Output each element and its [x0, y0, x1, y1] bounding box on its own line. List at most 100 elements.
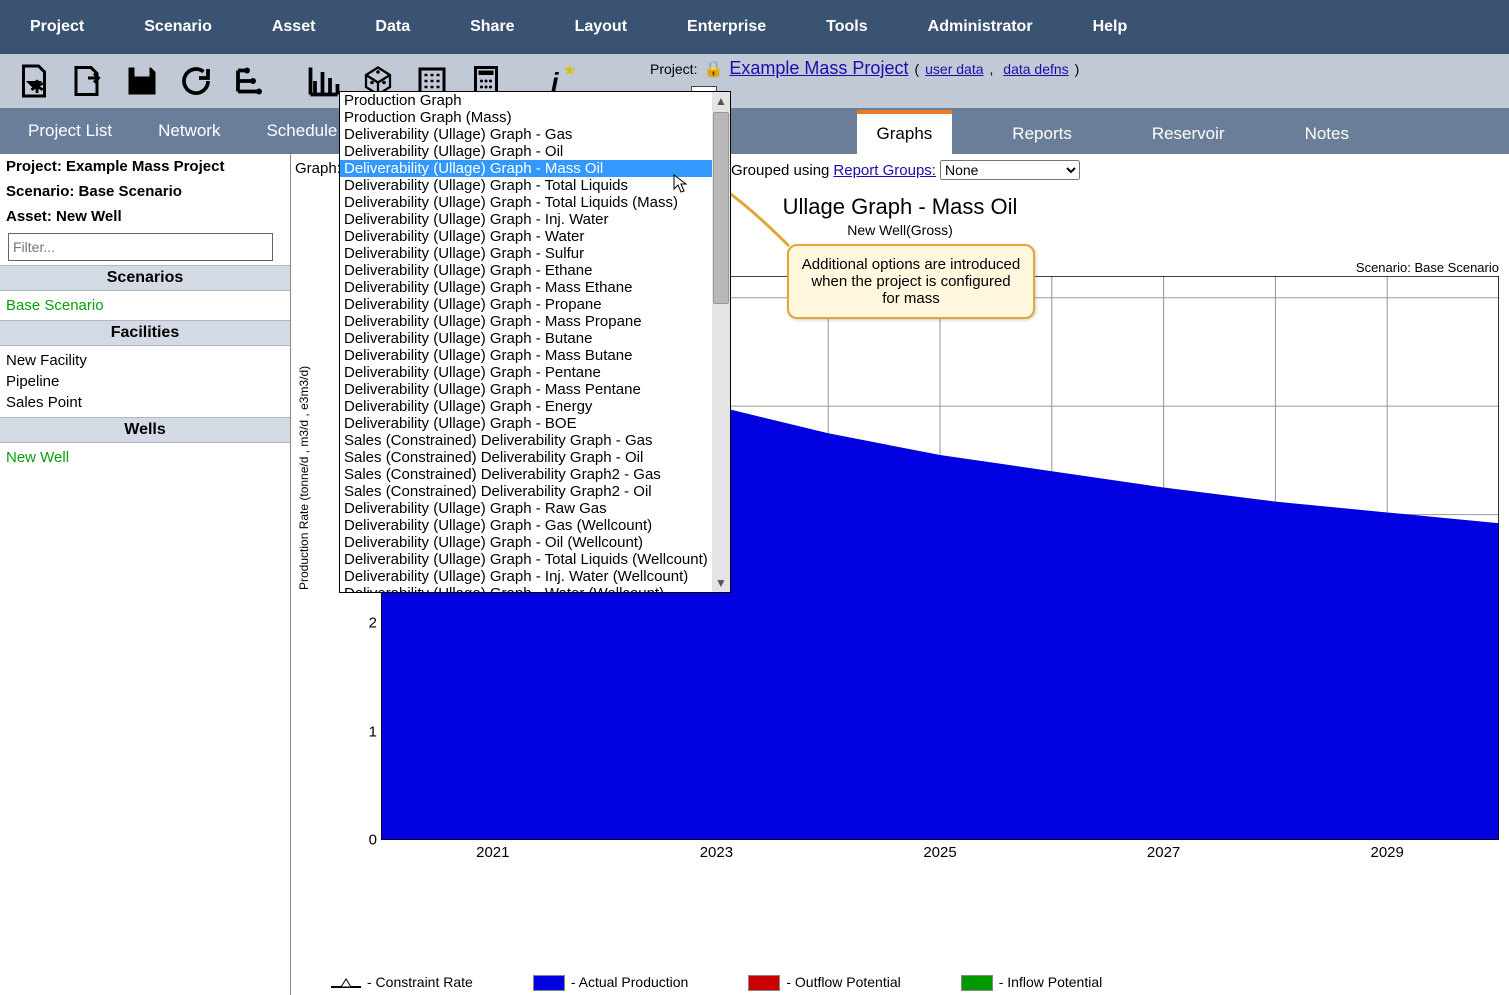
- dd-option[interactable]: Deliverability (Ullage) Graph - Sulfur: [340, 245, 730, 262]
- menu-enterprise[interactable]: Enterprise: [687, 18, 766, 36]
- scroll-thumb[interactable]: [713, 112, 729, 304]
- dd-option[interactable]: Sales (Constrained) Deliverability Graph…: [340, 449, 730, 466]
- report-groups-link[interactable]: Report Groups:: [833, 162, 936, 179]
- save-icon[interactable]: [122, 61, 162, 101]
- context-project: Project: Example Mass Project: [0, 154, 290, 179]
- menu-help[interactable]: Help: [1093, 18, 1128, 36]
- context-asset: Asset: New Well: [0, 204, 290, 229]
- menu-tools[interactable]: Tools: [826, 18, 867, 36]
- nav-network[interactable]: Network: [158, 121, 220, 141]
- scroll-down-icon[interactable]: ▼: [712, 574, 730, 592]
- dd-option[interactable]: Deliverability (Ullage) Graph - Oil: [340, 143, 730, 160]
- graph-label: Graph:: [295, 160, 341, 177]
- menu-administrator[interactable]: Administrator: [928, 18, 1033, 36]
- section-wells-header: Wells: [0, 417, 290, 443]
- chart-legend: - Constraint Rate- Actual Production- Ou…: [331, 974, 1499, 991]
- tab-row: Graphs Reports Reservoir Notes: [857, 108, 1369, 154]
- tab-reports[interactable]: Reports: [992, 114, 1092, 154]
- dd-option[interactable]: Deliverability (Ullage) Graph - Gas: [340, 126, 730, 143]
- item-new-well[interactable]: New Well: [6, 447, 284, 468]
- item-sales-point[interactable]: Sales Point: [6, 392, 284, 413]
- dd-option[interactable]: Deliverability (Ullage) Graph - Inj. Wat…: [340, 211, 730, 228]
- dd-option[interactable]: Deliverability (Ullage) Graph - Mass Oil: [340, 160, 730, 177]
- tab-notes[interactable]: Notes: [1285, 114, 1369, 154]
- nav-project-list[interactable]: Project List: [28, 121, 112, 141]
- dd-option[interactable]: Deliverability (Ullage) Graph - Total Li…: [340, 177, 730, 194]
- item-new-facility[interactable]: New Facility: [6, 350, 284, 371]
- x-tick: 2027: [1147, 844, 1180, 861]
- dd-option[interactable]: Deliverability (Ullage) Graph - Propane: [340, 296, 730, 313]
- tree-icon[interactable]: [230, 61, 270, 101]
- menu-layout[interactable]: Layout: [575, 18, 627, 36]
- dd-option[interactable]: Deliverability (Ullage) Graph - Butane: [340, 330, 730, 347]
- dd-option[interactable]: Deliverability (Ullage) Graph - Oil (Wel…: [340, 534, 730, 551]
- legend-item: - Actual Production: [533, 974, 689, 991]
- legend-item: - Inflow Potential: [961, 974, 1103, 991]
- dd-option[interactable]: Deliverability (Ullage) Graph - Raw Gas: [340, 500, 730, 517]
- svg-text:★: ★: [563, 63, 576, 79]
- dd-option[interactable]: Deliverability (Ullage) Graph - Pentane: [340, 364, 730, 381]
- item-base-scenario[interactable]: Base Scenario: [6, 295, 284, 316]
- dd-option[interactable]: Deliverability (Ullage) Graph - BOE: [340, 415, 730, 432]
- export-icon[interactable]: [68, 61, 108, 101]
- refresh-icon[interactable]: [176, 61, 216, 101]
- grouped-label: Grouped using: [731, 162, 829, 179]
- dd-option[interactable]: Deliverability (Ullage) Graph - Gas (Wel…: [340, 517, 730, 534]
- lock-icon: 🔒: [703, 59, 723, 79]
- menu-scenario[interactable]: Scenario: [144, 18, 212, 36]
- nav-schedule[interactable]: Schedule: [266, 121, 337, 141]
- bar-chart-icon[interactable]: [304, 61, 344, 101]
- tab-reservoir[interactable]: Reservoir: [1132, 114, 1245, 154]
- dd-option[interactable]: Deliverability (Ullage) Graph - Energy: [340, 398, 730, 415]
- dd-option[interactable]: Deliverability (Ullage) Graph - Mass Eth…: [340, 279, 730, 296]
- project-link[interactable]: Example Mass Project: [729, 58, 908, 79]
- graph-dropdown-open[interactable]: Production GraphProduction Graph (Mass)D…: [339, 91, 731, 593]
- dropdown-scrollbar[interactable]: ▲ ▼: [712, 92, 730, 592]
- x-tick: 2025: [923, 844, 956, 861]
- group-select[interactable]: None: [940, 160, 1080, 180]
- data-defns-link[interactable]: data defns: [1003, 61, 1068, 77]
- menu-data[interactable]: Data: [375, 18, 410, 36]
- y-tick: 0: [369, 832, 377, 849]
- menu-share[interactable]: Share: [470, 18, 514, 36]
- dd-option[interactable]: Deliverability (Ullage) Graph - Inj. Wat…: [340, 568, 730, 585]
- chart-scenario-label: Scenario: Base Scenario: [1356, 260, 1499, 275]
- project-info-row: Project: 🔒 Example Mass Project (user da…: [650, 58, 1079, 79]
- legend-item: - Outflow Potential: [748, 974, 900, 991]
- dd-option[interactable]: Production Graph (Mass): [340, 109, 730, 126]
- dd-option[interactable]: Deliverability (Ullage) Graph - Total Li…: [340, 551, 730, 568]
- content-pane: Graph: Grouped using Report Groups: None…: [291, 154, 1509, 995]
- filter-input[interactable]: [8, 233, 273, 261]
- x-tick: 2029: [1371, 844, 1404, 861]
- menu-project[interactable]: Project: [30, 18, 84, 36]
- callout-note: Additional options are introduced when t…: [787, 244, 1035, 319]
- dd-option[interactable]: Sales (Constrained) Deliverability Graph…: [340, 466, 730, 483]
- dd-option[interactable]: Sales (Constrained) Deliverability Graph…: [340, 432, 730, 449]
- menu-asset[interactable]: Asset: [272, 18, 316, 36]
- subnav: Project List Network Schedule Graphs Report…: [0, 108, 1509, 154]
- dd-option[interactable]: Deliverability (Ullage) Graph - Water: [340, 228, 730, 245]
- context-scenario: Scenario: Base Scenario: [0, 179, 290, 204]
- cursor-icon: [673, 174, 689, 197]
- dd-option[interactable]: Production Graph: [340, 92, 730, 109]
- svg-text:✱: ✱: [30, 77, 45, 97]
- y-tick: 2: [369, 615, 377, 632]
- user-data-link[interactable]: user data: [925, 61, 983, 77]
- dd-option[interactable]: Deliverability (Ullage) Graph - Ethane: [340, 262, 730, 279]
- dd-option[interactable]: Sales (Constrained) Deliverability Graph…: [340, 483, 730, 500]
- y-axis-label: Production Rate (tonne/d , m3/d , e3m3/d…: [297, 366, 311, 590]
- tab-graphs[interactable]: Graphs: [857, 110, 953, 154]
- group-row: Grouped using Report Groups: None: [731, 160, 1080, 180]
- dd-option[interactable]: Deliverability (Ullage) Graph - Mass Pen…: [340, 381, 730, 398]
- item-pipeline[interactable]: Pipeline: [6, 371, 284, 392]
- section-scenarios-header: Scenarios: [0, 265, 290, 291]
- scroll-up-icon[interactable]: ▲: [712, 92, 730, 110]
- toolbar: ✱ i★ Project: 🔒 Example Mass Project (us…: [0, 54, 1509, 108]
- dd-option[interactable]: Deliverability (Ullage) Graph - Mass Pro…: [340, 313, 730, 330]
- dd-option[interactable]: Deliverability (Ullage) Graph - Water (W…: [340, 585, 730, 592]
- new-file-icon[interactable]: ✱: [14, 61, 54, 101]
- menubar: Project Scenario Asset Data Share Layout Enter…: [0, 0, 1509, 54]
- x-tick: 2023: [700, 844, 733, 861]
- dd-option[interactable]: Deliverability (Ullage) Graph - Mass But…: [340, 347, 730, 364]
- dd-option[interactable]: Deliverability (Ullage) Graph - Total Li…: [340, 194, 730, 211]
